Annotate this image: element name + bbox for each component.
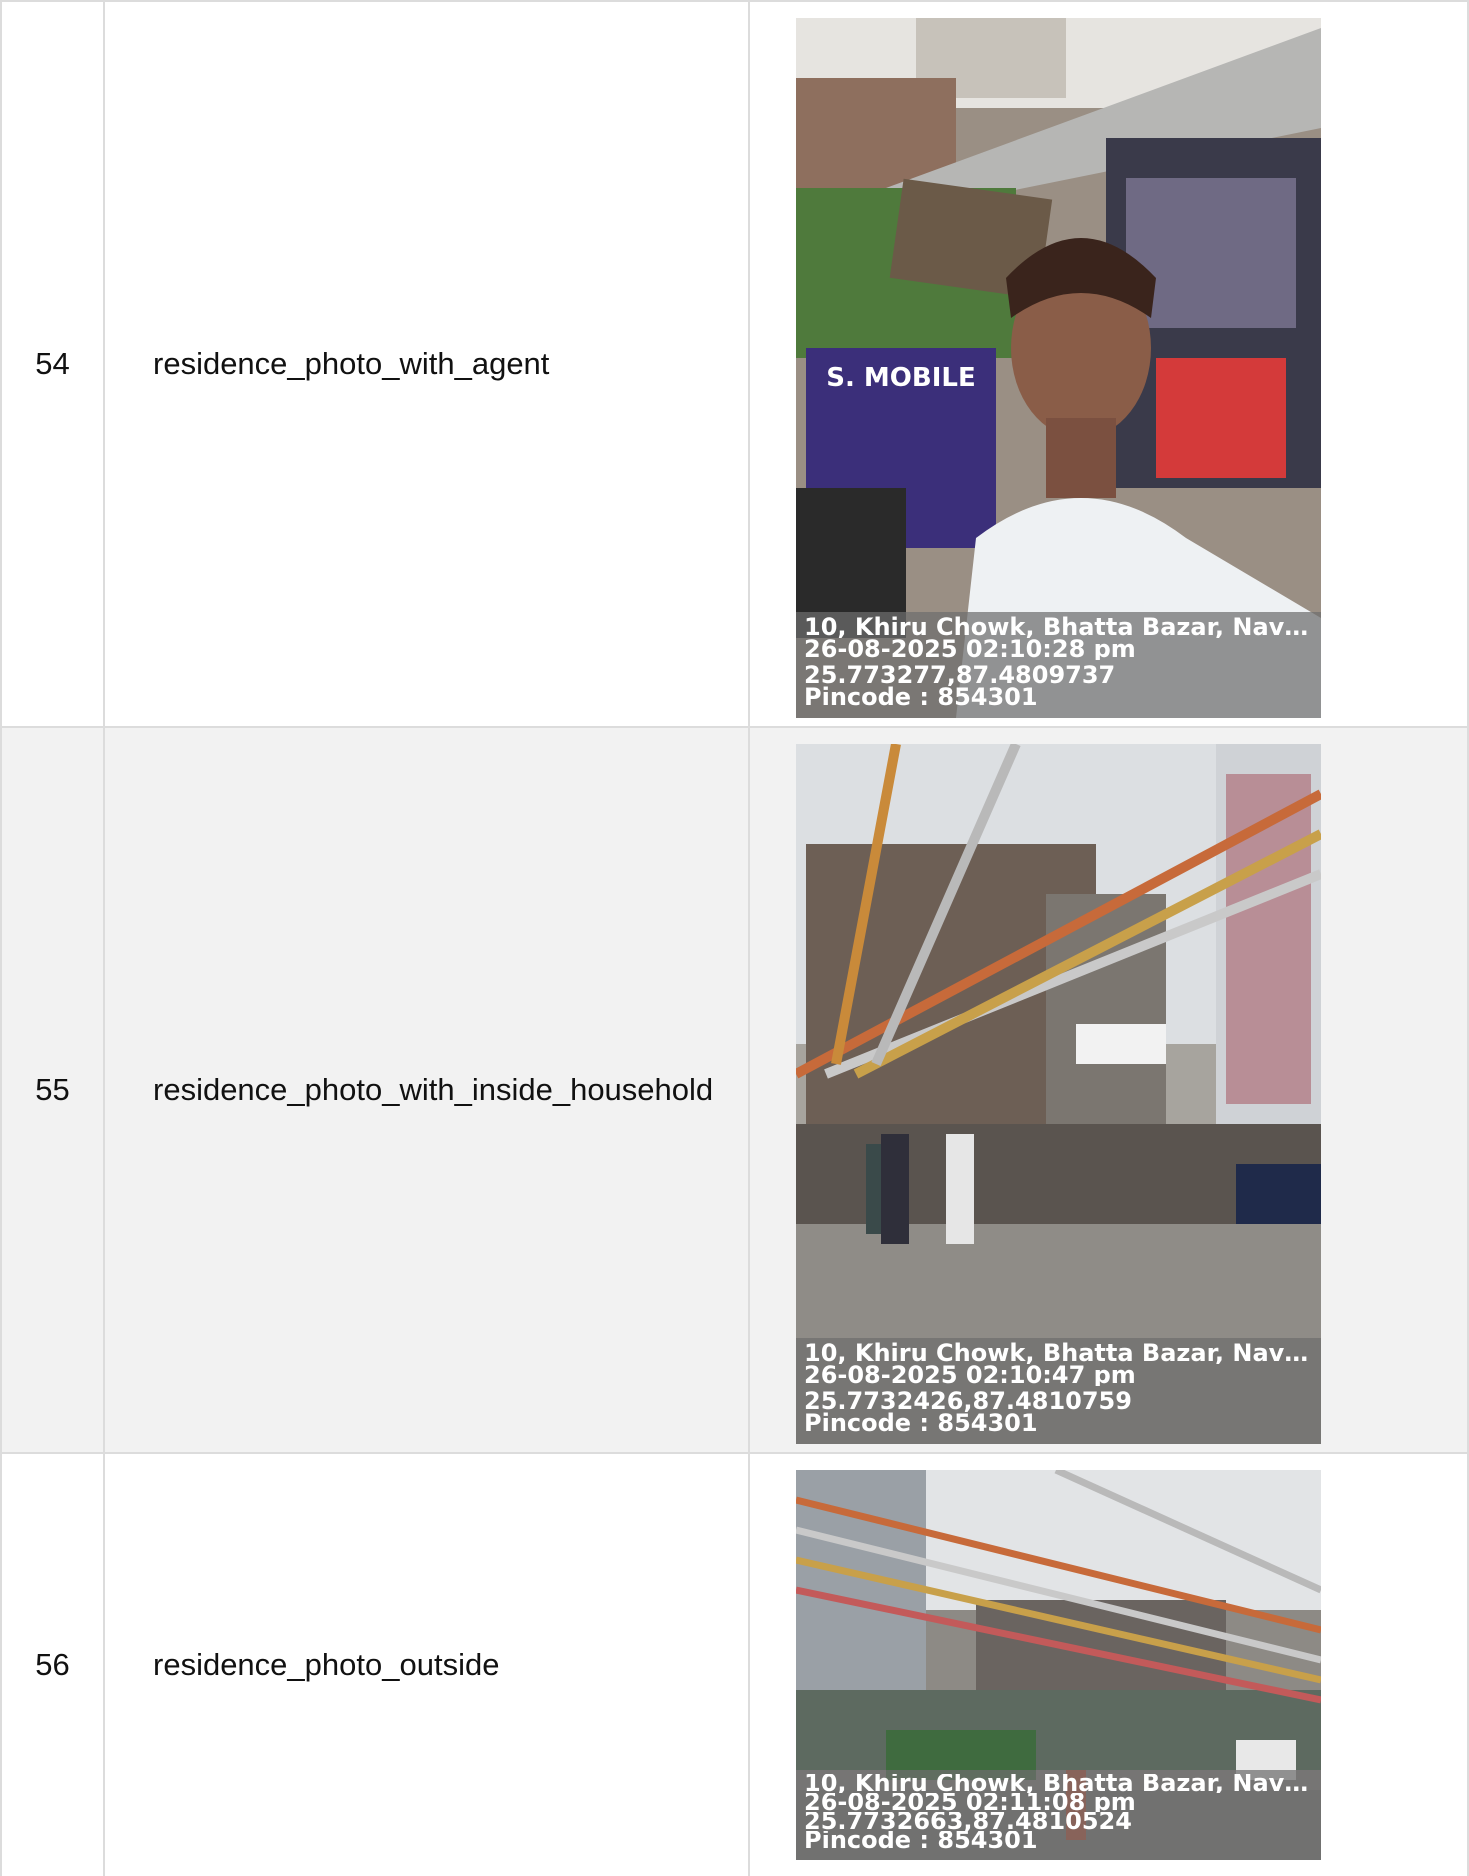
photo-datetime: 26-08-2025 02:11:08 pm bbox=[804, 1793, 1136, 1812]
street-photo-icon[interactable]: 10, Khiru Chowk, Bhatta Bazar, Navratan … bbox=[796, 744, 1321, 1444]
photo-coords: 25.773277,87.4809737 bbox=[804, 664, 1116, 686]
row-number: 56 bbox=[2, 1454, 105, 1876]
row-label: residence_photo_with_agent bbox=[105, 2, 750, 726]
row-label: residence_photo_with_inside_household bbox=[105, 728, 750, 1452]
photo-address: 10, Khiru Chowk, Bhatta Bazar, Navratan … bbox=[804, 616, 1313, 638]
photo-coords: 25.7732663,87.4810524 bbox=[804, 1812, 1132, 1831]
photo-datetime: 26-08-2025 02:10:28 pm bbox=[804, 638, 1136, 660]
table-row: 56 residence_photo_outside 10, Khiru Cho… bbox=[2, 1454, 1469, 1876]
photo-address: 10, Khiru Chowk, Bhatta Bazar, Navratan … bbox=[804, 1774, 1313, 1793]
photo-caption: 10, Khiru Chowk, Bhatta Bazar, Navratan … bbox=[796, 1770, 1321, 1860]
street-photo-icon[interactable]: 10, Khiru Chowk, Bhatta Bazar, Navratan … bbox=[796, 1470, 1321, 1860]
photo-pincode: Pincode : 854301 bbox=[804, 1831, 1038, 1850]
row-label: residence_photo_outside bbox=[105, 1454, 750, 1876]
photo-caption: 10, Khiru Chowk, Bhatta Bazar, Navratan … bbox=[796, 612, 1321, 718]
photo-coords: 25.7732426,87.4810759 bbox=[804, 1390, 1132, 1412]
row-number: 54 bbox=[2, 2, 105, 726]
table-row: 54 residence_photo_with_agent S. MOBILE bbox=[2, 2, 1469, 728]
photo-cell: 10, Khiru Chowk, Bhatta Bazar, Navratan … bbox=[750, 1454, 1469, 1876]
table-row: 55 residence_photo_with_inside_household bbox=[2, 728, 1469, 1454]
photo-pincode: Pincode : 854301 bbox=[804, 686, 1038, 708]
selfie-photo-icon[interactable]: S. MOBILE 10, Khiru Chowk, Bhatta Bazar,… bbox=[796, 18, 1321, 718]
photo-datetime: 26-08-2025 02:10:47 pm bbox=[804, 1364, 1136, 1386]
sign-text: S. MOBILE bbox=[826, 363, 975, 393]
photo-pincode: Pincode : 854301 bbox=[804, 1412, 1038, 1434]
document-table: 54 residence_photo_with_agent S. MOBILE bbox=[0, 0, 1469, 1876]
photo-cell: 10, Khiru Chowk, Bhatta Bazar, Navratan … bbox=[750, 728, 1469, 1452]
photo-cell: S. MOBILE 10, Khiru Chowk, Bhatta Bazar,… bbox=[750, 2, 1469, 726]
photo-address: 10, Khiru Chowk, Bhatta Bazar, Navratan … bbox=[804, 1342, 1313, 1364]
photo-caption: 10, Khiru Chowk, Bhatta Bazar, Navratan … bbox=[796, 1338, 1321, 1444]
row-number: 55 bbox=[2, 728, 105, 1452]
